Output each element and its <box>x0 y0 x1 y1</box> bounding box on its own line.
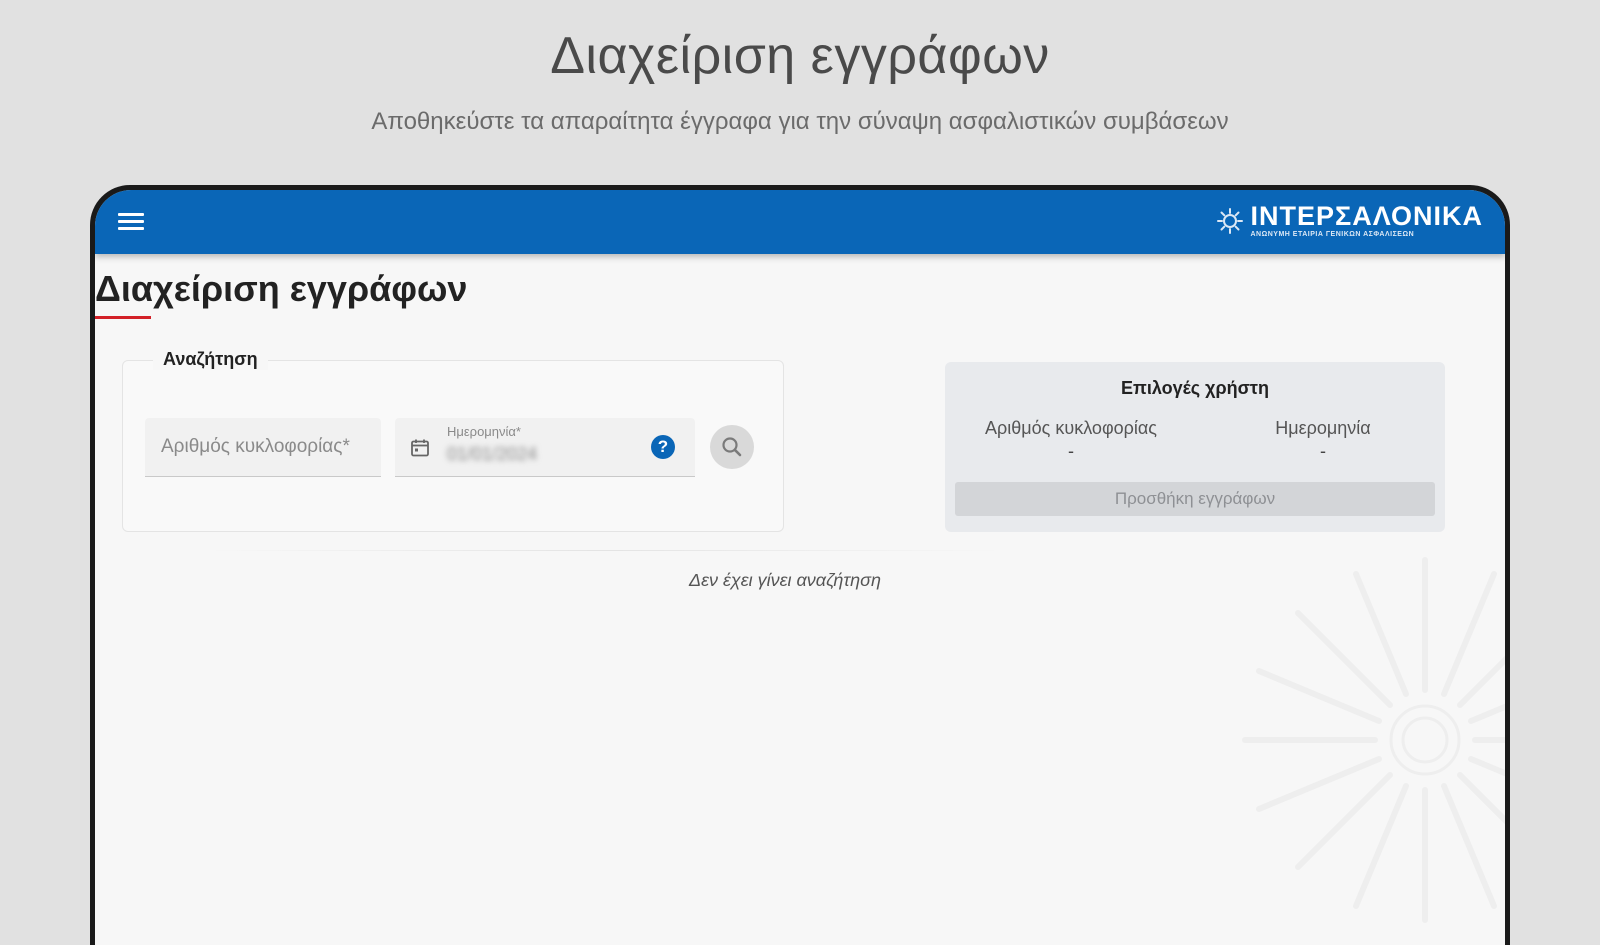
brand-name: ΙΝΤΕΡΣΑΛΟΝΙΚΑ <box>1250 201 1483 231</box>
promo-subtitle: Αποθηκεύστε τα απαραίτητα έγγραφα για τη… <box>371 108 1229 135</box>
promo-title: Διαχείριση εγγράφων <box>550 27 1050 85</box>
plate-number-field <box>145 418 381 477</box>
app-screen: ΙΝΤΕΡΣΑΛΟΝΙΚΑ ΑΝΩΝΥΜΗ ΕΤΑΙΡΙΑ ΓΕΝΙΚΩΝ ΑΣ… <box>95 190 1505 945</box>
calendar-icon[interactable] <box>409 437 431 459</box>
selected-plate: Αριθμός κυκλοφορίας - <box>973 418 1169 462</box>
selected-plate-label: Αριθμός κυκλοφορίας <box>985 418 1157 438</box>
selected-date: Ημερομηνία - <box>1257 418 1389 462</box>
tablet-frame: ΙΝΤΕΡΣΑΛΟΝΙΚΑ ΑΝΩΝΥΜΗ ΕΤΑΙΡΙΑ ΓΕΝΙΚΩΝ ΑΣ… <box>90 185 1510 945</box>
add-documents-button[interactable]: Προσθήκη εγγράφων <box>955 482 1435 516</box>
vergina-sun-watermark-icon <box>1242 557 1505 923</box>
plate-number-input[interactable] <box>145 418 381 476</box>
title-underline <box>95 316 151 319</box>
user-options-panel: Επιλογές χρήστη Αριθμός κυκλοφορίας - Ημ… <box>945 362 1445 532</box>
date-label: Ημερομηνία* <box>447 424 521 439</box>
user-options-title: Επιλογές χρήστη <box>1121 378 1269 398</box>
search-legend: Αναζήτηση <box>153 349 268 370</box>
search-button[interactable] <box>710 425 754 469</box>
results-divider <box>205 550 1005 551</box>
selected-plate-value: - <box>1068 441 1074 461</box>
hamburger-menu-icon[interactable] <box>118 213 144 231</box>
help-icon[interactable]: ? <box>651 435 675 459</box>
magnifier-icon <box>722 437 742 457</box>
selected-date-label: Ημερομηνία <box>1275 418 1371 438</box>
search-section: Αναζήτηση Ημερομηνία* 01/01/2024 ? <box>122 349 784 532</box>
app-bar: ΙΝΤΕΡΣΑΛΟΝΙΚΑ ΑΝΩΝΥΜΗ ΕΤΑΙΡΙΑ ΓΕΝΙΚΩΝ ΑΣ… <box>95 190 1505 254</box>
sun-emblem-icon <box>1216 208 1243 234</box>
brand-tagline: ΑΝΩΝΥΜΗ ΕΤΑΙΡΙΑ ΓΕΝΙΚΩΝ ΑΣΦΑΛΙΣΕΩΝ <box>1250 231 1415 238</box>
selected-date-value: - <box>1320 441 1326 461</box>
page-title: Διαχείριση εγγράφων <box>95 268 468 309</box>
date-field[interactable]: Ημερομηνία* 01/01/2024 ? <box>395 418 695 477</box>
brand-logo: ΙΝΤΕΡΣΑΛΟΝΙΚΑ ΑΝΩΝΥΜΗ ΕΤΑΙΡΙΑ ΓΕΝΙΚΩΝ ΑΣ… <box>1216 201 1484 242</box>
date-value: 01/01/2024 <box>447 444 538 464</box>
